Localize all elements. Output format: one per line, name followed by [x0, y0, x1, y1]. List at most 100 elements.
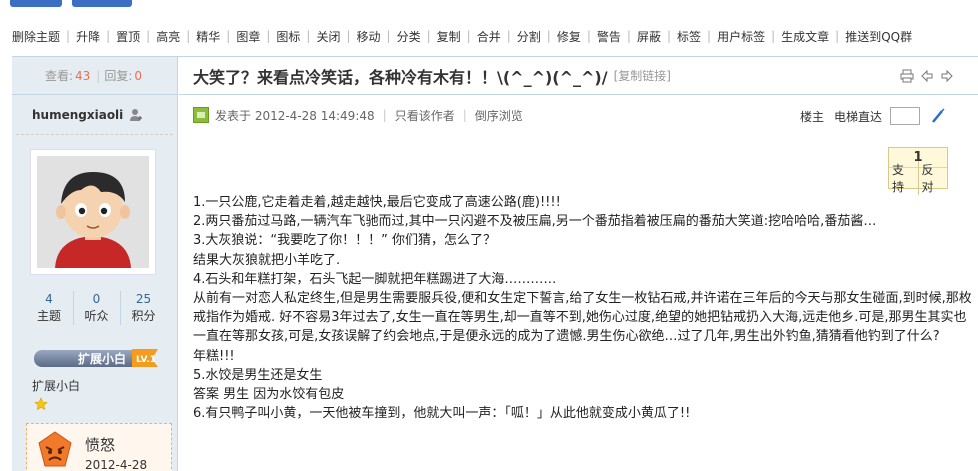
- moderation-toolbar: 删除主题 | 升降 | 置顶 | 高亮 | 精华 | 图章 | 图标 | 关闭 | 移动 | 分类 | 复制 | 合并 | 分割…: [0, 22, 978, 50]
- moderation-item[interactable]: 生成文章: [781, 28, 829, 45]
- moderation-item[interactable]: 分割: [517, 28, 541, 45]
- author-name[interactable]: humengxiaoli: [32, 108, 123, 122]
- group-badge-tag: LV.1: [136, 355, 156, 365]
- new-thread-button[interactable]: [10, 0, 62, 7]
- moderation-item[interactable]: 移动: [357, 28, 381, 45]
- mood-text: 愤怒: [85, 436, 116, 454]
- post-paragraph: 5.水饺是男生还是女生: [193, 367, 323, 383]
- vote-actions: 支持 反对: [889, 161, 947, 195]
- toolbar-divider: |: [226, 29, 231, 43]
- thread-title-row: 大笑了？来看点冷笑话，各种冷有木有！！\(^_^)(^_^)/ [复制链接]: [179, 57, 978, 95]
- moderation-item[interactable]: 置顶: [116, 28, 140, 45]
- user-stat-label: 主题: [36, 309, 61, 323]
- toolbar-divider: |: [346, 29, 351, 43]
- replies-count: 0: [134, 68, 143, 83]
- reverse-order-link[interactable]: 倒序浏览: [475, 107, 523, 124]
- jump-go-icon[interactable]: [930, 108, 946, 124]
- post-body: 1.一只公鹿,它走着走着,越走越快,最后它变成了高速公路(鹿)!!!! 2.两只番…: [193, 193, 973, 423]
- toolbar-divider: |: [306, 29, 311, 43]
- support-button[interactable]: 支持: [889, 161, 918, 195]
- post-paragraph: 结果大灰狼就把小羊吃了.: [193, 252, 341, 268]
- toolbar-divider: |: [146, 29, 151, 43]
- moderation-item[interactable]: 标签: [677, 28, 701, 45]
- user-stat-label: 积分: [131, 309, 156, 323]
- moderation-item[interactable]: 关闭: [316, 28, 340, 45]
- user-stat[interactable]: 25 积分: [120, 291, 166, 325]
- post-paragraph: 2.两只番茄过马路,一辆汽车飞驰而过,其中一只闪避不及被压扁,另一个番茄指着被压…: [193, 214, 877, 230]
- user-stat-label: 听众: [84, 309, 109, 323]
- toolbar-divider: |: [771, 29, 776, 43]
- moderation-item[interactable]: 用户标签: [717, 28, 765, 45]
- user-stat[interactable]: 4 主题: [26, 291, 72, 325]
- moderation-item[interactable]: 图章: [236, 28, 260, 45]
- moderation-item[interactable]: 合并: [477, 28, 501, 45]
- toolbar-divider: |: [426, 29, 431, 43]
- group-badge: 扩展小白 LV.1: [34, 349, 158, 367]
- post-date: 发表于 2012-4-28 14:49:48: [215, 108, 375, 123]
- toolbar-divider: |: [186, 29, 191, 43]
- post-meta: 发表于 2012-4-28 14:49:48 | 只看该作者 | 倒序浏览 楼主…: [179, 95, 978, 135]
- reply-button[interactable]: [72, 0, 132, 7]
- thread-stats: 查看: 43 | 回复: 0: [12, 57, 177, 95]
- copy-link-button[interactable]: [复制链接]: [614, 67, 671, 84]
- toolbar-divider: |: [666, 29, 671, 43]
- floor-label: 楼主: [799, 109, 824, 124]
- group-badge-text: 扩展小白: [78, 351, 126, 366]
- user-group[interactable]: 扩展小白: [32, 377, 80, 394]
- print-icon[interactable]: [900, 69, 914, 83]
- mood-box: 愤怒 2012-4-28: [26, 423, 172, 471]
- post-paragraph: 从前有一对恋人私定终生,但是男生需要服兵役,便和女生定下誓言,给了女生一枚钻石戒…: [193, 291, 972, 345]
- content-column: 大笑了？来看点冷笑话，各种冷有木有！！\(^_^)(^_^)/ [复制链接] 发…: [179, 57, 978, 471]
- post-paragraph: 答案 男生 因为水饺有包皮: [193, 387, 345, 403]
- online-status-icon: [193, 107, 209, 123]
- moderation-item[interactable]: 精华: [196, 28, 220, 45]
- toolbar-divider: |: [66, 29, 71, 43]
- post-paragraph: 年糕!!!: [193, 348, 235, 364]
- floor-tools: 楼主 电梯直达: [800, 107, 946, 125]
- next-thread-icon[interactable]: [940, 69, 954, 83]
- toolbar-divider: |: [835, 29, 840, 43]
- mood-date: 2012-4-28: [85, 458, 148, 471]
- post-paragraph: 6.有只鸭子叫小黄，一天他被车撞到，他就大叫一声：「呱！」从此他就变成小黄瓜了!…: [193, 406, 691, 422]
- prev-thread-icon[interactable]: [920, 69, 934, 83]
- toolbar-divider: |: [546, 29, 551, 43]
- vote-box: 1 支持 反对: [888, 147, 948, 195]
- user-stat-value: 25: [135, 292, 152, 306]
- moderation-item[interactable]: 删除主题: [12, 28, 60, 45]
- post-paragraph: 1.一只公鹿,它走着走着,越走越快,最后它变成了高速公路(鹿)!!!!: [193, 195, 561, 210]
- top-button-strip: [0, 0, 978, 14]
- user-stat[interactable]: 0 听众: [73, 291, 119, 325]
- only-author-link[interactable]: 只看该作者: [395, 107, 455, 124]
- floor-jump-input[interactable]: [890, 107, 920, 125]
- meta-divider: |: [462, 108, 467, 122]
- toolbar-divider: |: [626, 29, 631, 43]
- moderation-item[interactable]: 修复: [557, 28, 581, 45]
- post-paragraph: 3.大灰狼说：“我要吃了你！！！” 你们猜，怎么了？: [193, 233, 497, 249]
- toolbar-divider: |: [586, 29, 591, 43]
- toolbar-divider: |: [106, 29, 111, 43]
- avatar[interactable]: [30, 149, 156, 275]
- user-stats: 4 主题 0 听众 25 积分: [26, 291, 166, 325]
- moderation-item[interactable]: 推送到QQ群: [845, 28, 912, 45]
- toolbar-divider: |: [707, 29, 712, 43]
- thread-title: 大笑了？来看点冷笑话，各种冷有木有！！\(^_^)(^_^)/: [193, 67, 608, 87]
- views-label: 查看:: [44, 69, 74, 83]
- moderation-item[interactable]: 复制: [437, 28, 461, 45]
- author-name-row: humengxiaoli: [16, 95, 173, 135]
- angry-face-icon: [38, 431, 72, 467]
- elevator-label: 电梯直达: [833, 109, 882, 124]
- views-count: 43: [75, 68, 91, 83]
- post-paragraph: 4.石头和年糕打架，石头飞起一脚就把年糕踢进了大海…………: [193, 271, 557, 287]
- moderation-item[interactable]: 图标: [276, 28, 300, 45]
- star-icon: [34, 397, 48, 411]
- author-column: 查看: 43 | 回复: 0 humengxiaoli 4 主题 0 听众 25…: [12, 57, 178, 471]
- moderation-item[interactable]: 分类: [397, 28, 421, 45]
- moderation-item[interactable]: 屏蔽: [637, 28, 661, 45]
- user-online-icon: [130, 108, 143, 121]
- moderation-item[interactable]: 升降: [76, 28, 100, 45]
- toolbar-divider: |: [266, 29, 271, 43]
- moderation-item[interactable]: 高亮: [156, 28, 180, 45]
- moderation-item[interactable]: 警告: [597, 28, 621, 45]
- user-stat-value: 0: [92, 292, 101, 306]
- oppose-button[interactable]: 反对: [917, 161, 948, 195]
